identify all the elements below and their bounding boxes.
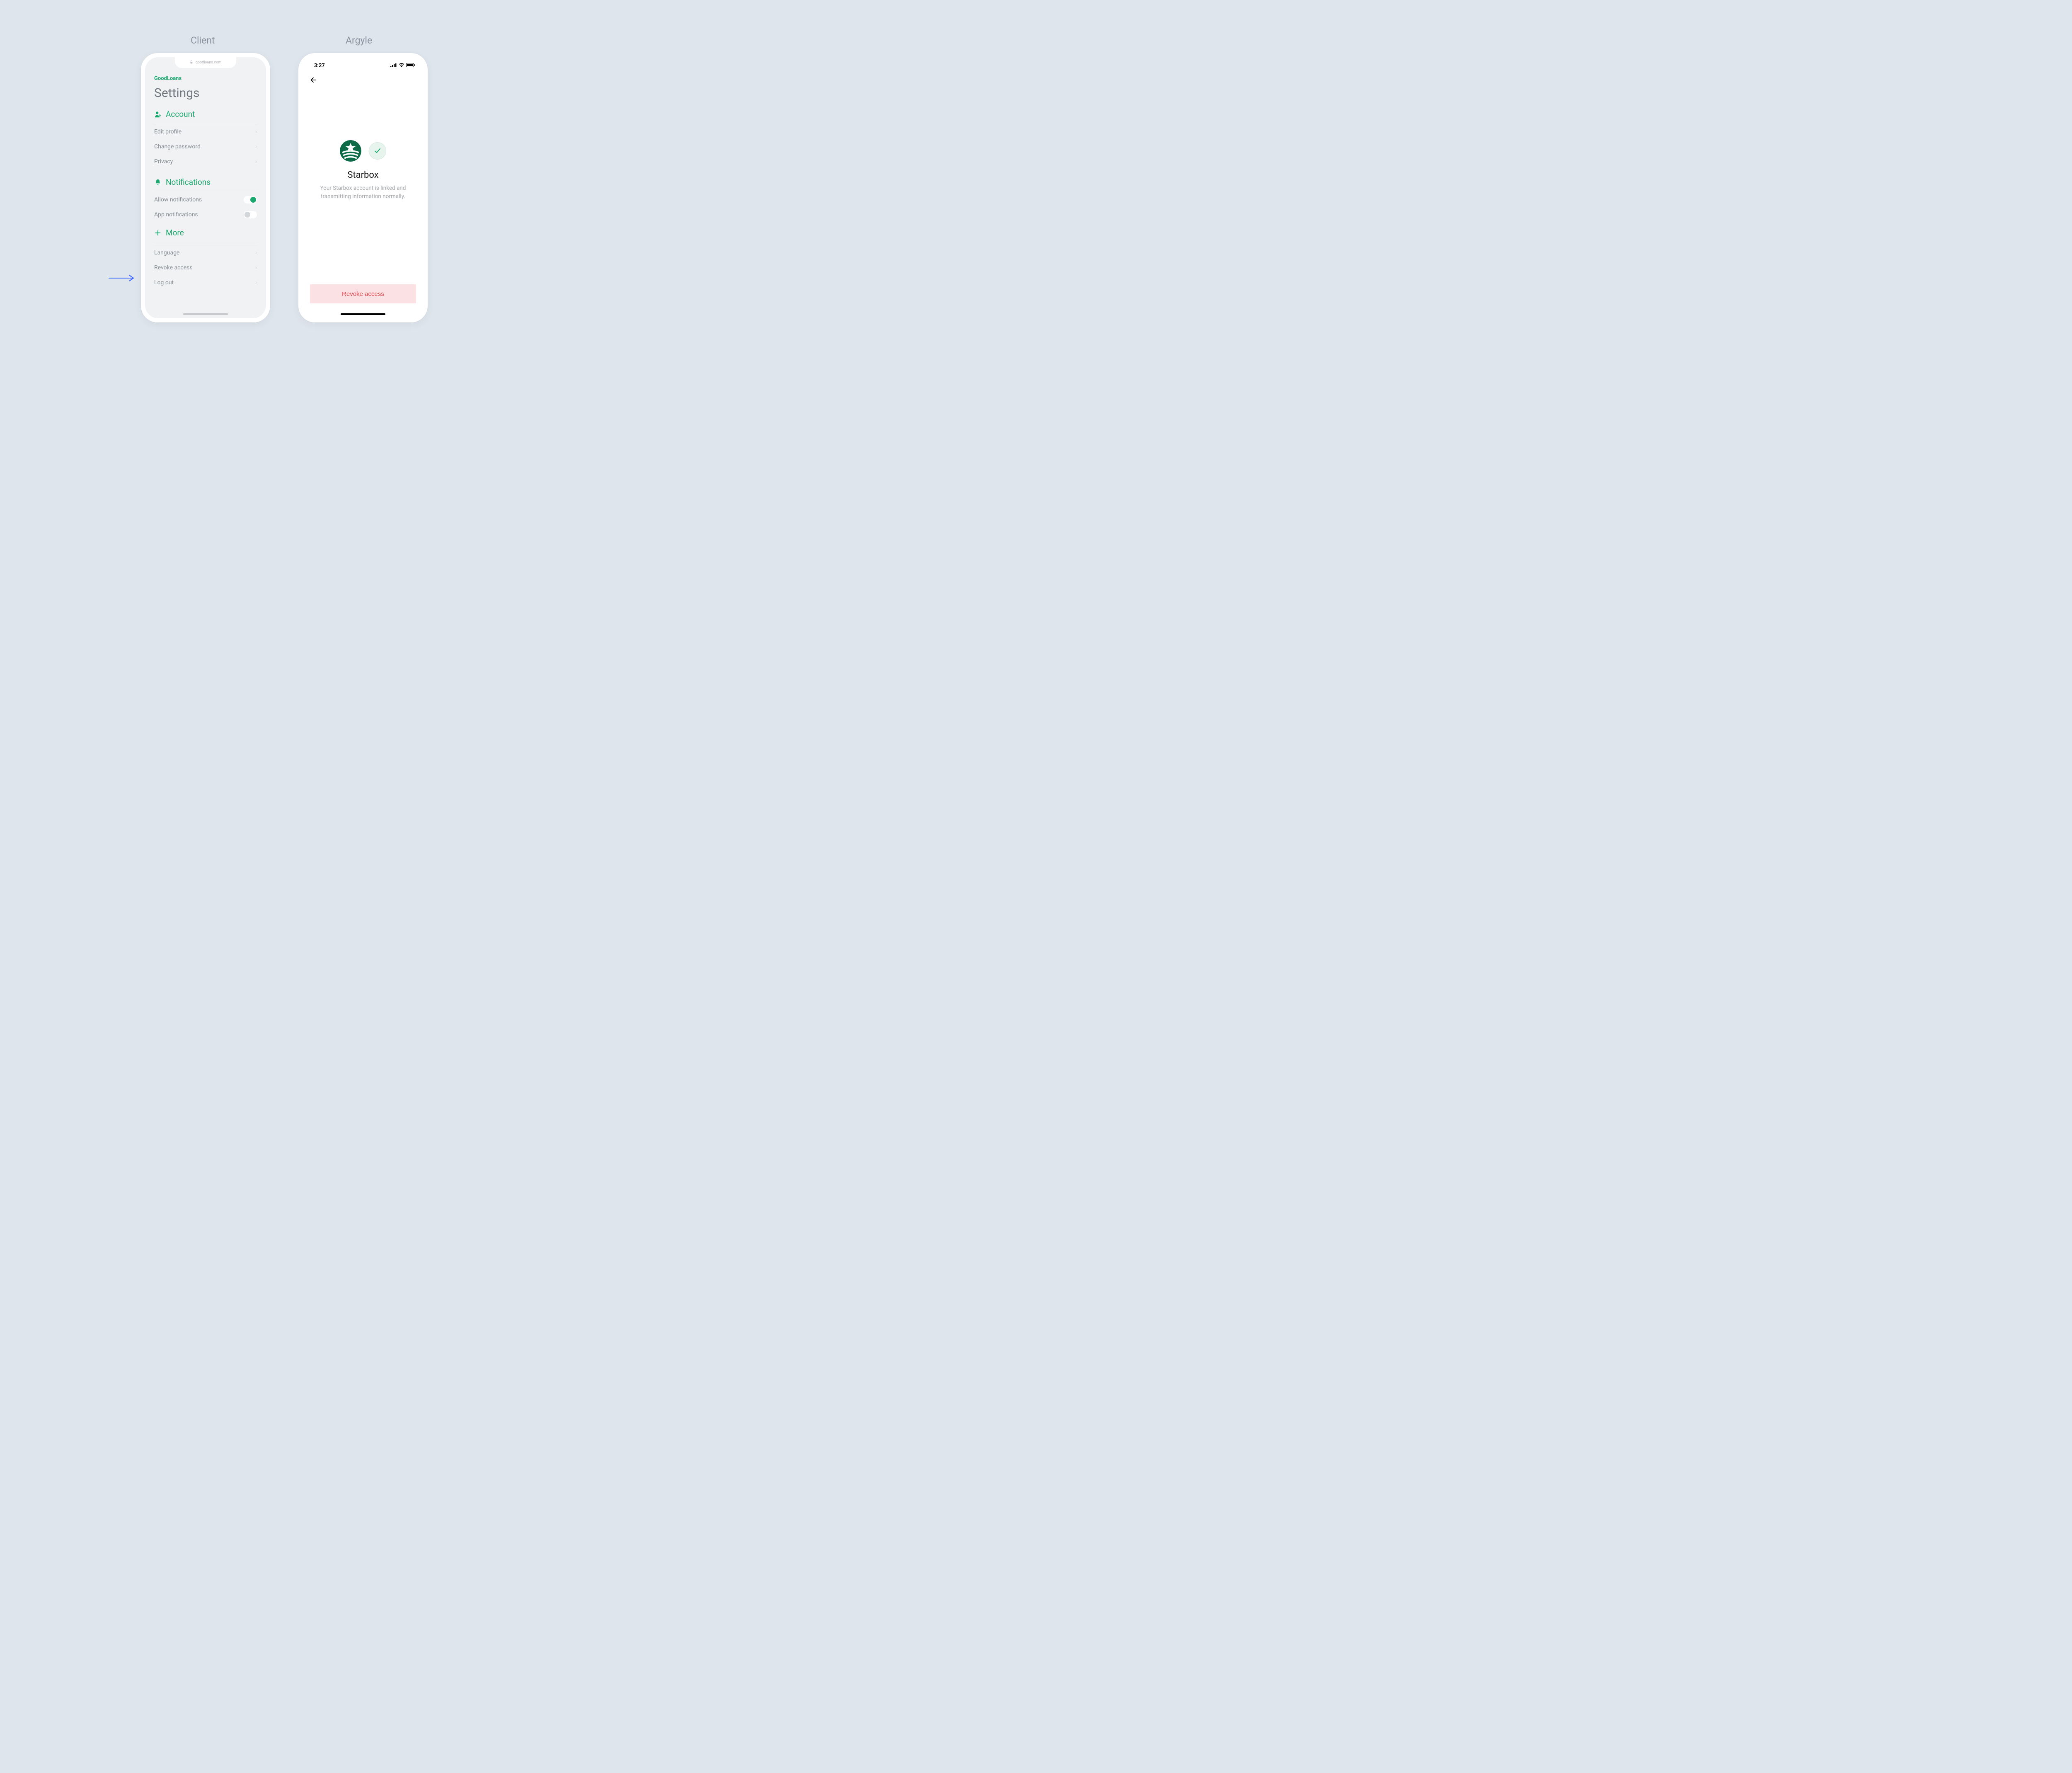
row-app-notifications: App notifications (154, 207, 257, 222)
chevron-right-icon: › (255, 128, 257, 135)
lock-icon (190, 61, 193, 65)
account-icon (154, 111, 162, 118)
section-notifications-label: Notifications (166, 177, 211, 187)
row-revoke-access[interactable]: Revoke access › (154, 260, 257, 275)
page-title: Settings (154, 86, 257, 100)
revoke-access-button[interactable]: Revoke access (310, 284, 416, 303)
phone-argyle: 3:27 (298, 53, 428, 322)
chevron-right-icon: › (255, 143, 257, 150)
chevron-right-icon: › (255, 279, 257, 286)
signal-icon (390, 63, 397, 69)
chevron-right-icon: › (255, 249, 257, 256)
row-privacy-label: Privacy (154, 158, 173, 165)
section-header-notifications: Notifications (154, 177, 257, 192)
linked-description: Your Starbox account is linked and trans… (315, 184, 411, 201)
section-header-account: Account (154, 109, 257, 124)
arrow-indicator-icon (108, 274, 137, 282)
bell-icon (154, 179, 162, 186)
status-time: 3:27 (314, 63, 325, 69)
brand-logo: GoodLoans (154, 75, 257, 82)
phone-argyle-screen: 3:27 (303, 57, 424, 318)
section-more-label: More (166, 228, 184, 237)
browser-url-bar: goodloans.com (175, 57, 236, 68)
battery-icon (406, 63, 415, 69)
phone-client-screen: goodloans.com GoodLoans Settings Account… (145, 57, 266, 318)
back-arrow-icon[interactable] (310, 76, 317, 84)
toggle-app-notifications[interactable] (244, 211, 257, 218)
row-allow-notifications: Allow notifications (154, 192, 257, 207)
browser-url: goodloans.com (196, 61, 221, 65)
chevron-right-icon: › (255, 158, 257, 165)
row-language-label: Language (154, 249, 179, 256)
row-edit-profile-label: Edit profile (154, 128, 182, 135)
row-revoke-access-label: Revoke access (154, 264, 193, 271)
toggle-allow-notifications[interactable] (244, 196, 257, 203)
chevron-right-icon: › (255, 264, 257, 271)
row-privacy[interactable]: Privacy › (154, 154, 257, 169)
wifi-icon (399, 63, 404, 69)
section-account-label: Account (166, 109, 195, 119)
header-client-label: Client (191, 35, 215, 46)
row-allow-notifications-label: Allow notifications (154, 196, 202, 203)
row-change-password-label: Change password (154, 143, 201, 150)
row-language[interactable]: Language › (154, 245, 257, 260)
section-header-more[interactable]: More (154, 228, 257, 241)
row-log-out[interactable]: Log out › (154, 275, 257, 290)
row-edit-profile[interactable]: Edit profile › (154, 124, 257, 139)
status-bar: 3:27 (303, 57, 424, 74)
linked-title: Starbox (315, 170, 411, 180)
phone-client: goodloans.com GoodLoans Settings Account… (141, 53, 270, 322)
home-indicator (341, 313, 385, 315)
plus-icon (154, 229, 162, 237)
starbox-logo-icon (340, 140, 361, 162)
row-log-out-label: Log out (154, 279, 174, 286)
row-change-password[interactable]: Change password › (154, 139, 257, 154)
check-badge-icon (369, 142, 386, 160)
home-indicator (183, 313, 228, 315)
header-argyle-label: Argyle (346, 35, 372, 46)
row-app-notifications-label: App notifications (154, 211, 198, 218)
linked-logo-row (315, 140, 411, 162)
